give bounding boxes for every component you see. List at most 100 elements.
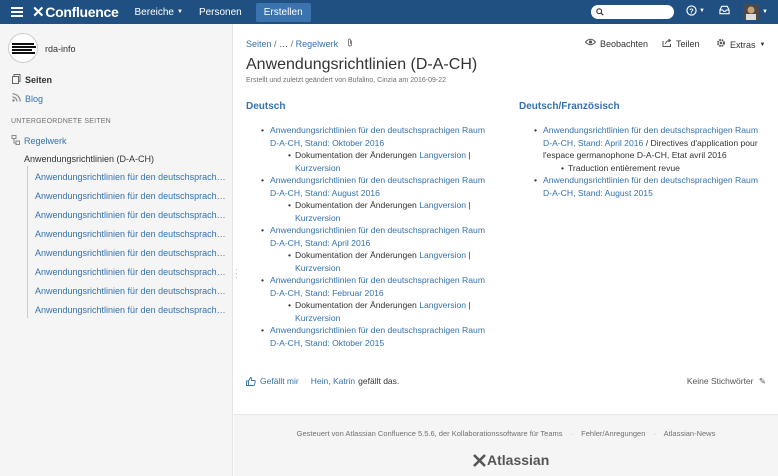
content-column-deutsch: Deutsch Anwendungsrichtlinien für den de… bbox=[246, 101, 496, 349]
kurzversion-link[interactable]: Kurzversion bbox=[295, 163, 340, 173]
menu-icon[interactable] bbox=[11, 7, 23, 17]
top-navigation-bar: ✕ Confluence Bereiche ▼ Personen Erstell… bbox=[0, 0, 778, 24]
tree-child-link[interactable]: Anwendungsrichtlinien für den deutschspr… bbox=[35, 305, 227, 315]
list-item: Anwendungsrichtlinien für den deutschspr… bbox=[246, 174, 496, 224]
sidebar-item-label: Seiten bbox=[25, 75, 53, 85]
breadcrumb-seiten[interactable]: Seiten bbox=[246, 39, 272, 49]
help-button[interactable]: ? ▼ bbox=[686, 5, 705, 16]
document-list: Anwendungsrichtlinien für den deutschspr… bbox=[519, 124, 769, 199]
search-icon bbox=[596, 8, 604, 16]
tree-child-link[interactable]: Anwendungsrichtlinien für den deutschspr… bbox=[35, 172, 227, 182]
breadcrumb: Seiten / … / Regelwerk bbox=[246, 38, 353, 49]
tree-child-link[interactable]: Anwendungsrichtlinien für den deutschspr… bbox=[35, 286, 227, 296]
breadcrumb-regelwerk[interactable]: Regelwerk bbox=[296, 39, 339, 49]
page-metadata: Erstellt und zuletzt geändert von Bufali… bbox=[246, 77, 447, 84]
breadcrumb-separator: / bbox=[290, 39, 294, 49]
pages-icon bbox=[11, 74, 22, 86]
sub-item-text: Dokumentation der Änderungen bbox=[295, 250, 417, 260]
content-column-deutsch-franzoesisch: Deutsch/Französisch Anwendungsrichtlinie… bbox=[519, 101, 769, 199]
watch-button[interactable]: Beobachten bbox=[584, 38, 648, 49]
footer-separator: · bbox=[653, 429, 656, 438]
langversion-link[interactable]: Langversion bbox=[419, 250, 466, 260]
document-link[interactable]: Anwendungsrichtlinien für den deutschspr… bbox=[543, 175, 758, 198]
main-content: Seiten / … / Regelwerk Beobachten Teilen… bbox=[234, 24, 778, 476]
nav-personen[interactable]: Personen bbox=[199, 7, 242, 18]
langversion-link[interactable]: Langversion bbox=[419, 150, 466, 160]
share-icon bbox=[662, 38, 672, 50]
footer: Gesteuert von Atlassian Confluence 5.5.6… bbox=[234, 414, 778, 476]
tree-parent-link[interactable]: Regelwerk bbox=[11, 135, 67, 147]
tree-child-link[interactable]: Anwendungsrichtlinien für den deutschspr… bbox=[35, 267, 227, 277]
atlassian-logo[interactable]: Atlassian bbox=[473, 452, 549, 468]
notifications-button[interactable] bbox=[719, 5, 730, 15]
tree-child-link[interactable]: Anwendungsrichtlinien für den deutschspr… bbox=[35, 229, 227, 239]
tree-connector bbox=[27, 166, 28, 318]
nav-bereiche-label: Bereiche bbox=[134, 6, 174, 18]
sub-item-text: Traduction entièrement revue bbox=[568, 162, 680, 173]
tree-node-icon bbox=[11, 135, 20, 147]
nav-bereiche[interactable]: Bereiche ▼ bbox=[135, 7, 183, 18]
sidebar: rda-info Seiten Blog UNTERGEORDNETE SEIT… bbox=[0, 24, 233, 476]
list-item: Anwendungsrichtlinien für den deutschspr… bbox=[246, 274, 496, 324]
document-link[interactable]: Anwendungsrichtlinien für den deutschspr… bbox=[270, 275, 485, 298]
blog-icon bbox=[11, 93, 22, 104]
labels-section[interactable]: Keine Stichwörter ✎ bbox=[687, 376, 766, 387]
space-name[interactable]: rda-info bbox=[45, 44, 76, 54]
gear-icon bbox=[716, 38, 726, 51]
langversion-link[interactable]: Langversion bbox=[419, 200, 466, 210]
column-heading: Deutsch bbox=[246, 101, 286, 112]
tree-child-link[interactable]: Anwendungsrichtlinien für den deutschspr… bbox=[35, 248, 227, 258]
separator: | bbox=[468, 300, 471, 310]
kurzversion-link[interactable]: Kurzversion bbox=[295, 313, 340, 323]
footer-news-link[interactable]: Atlassian-News bbox=[664, 429, 716, 438]
tree-current-page[interactable]: Anwendungsrichtlinien (D-A-CH) bbox=[24, 154, 154, 164]
user-photo-icon bbox=[743, 4, 759, 20]
document-link[interactable]: Anwendungsrichtlinien für den deutschspr… bbox=[270, 225, 485, 248]
like-button[interactable]: Gefällt mir bbox=[246, 376, 299, 386]
tools-label: Extras bbox=[730, 39, 756, 50]
user-avatar[interactable] bbox=[743, 4, 759, 20]
pencil-icon: ✎ bbox=[758, 376, 766, 386]
kurzversion-link[interactable]: Kurzversion bbox=[295, 263, 340, 273]
space-logo[interactable] bbox=[8, 33, 38, 63]
list-item: Anwendungsrichtlinien für den deutschspr… bbox=[246, 324, 496, 349]
chevron-down-icon[interactable]: ▼ bbox=[762, 9, 768, 15]
app-name: Confluence bbox=[45, 4, 119, 20]
thumbs-up-icon bbox=[246, 376, 256, 386]
eye-icon bbox=[584, 38, 597, 49]
list-item: Traduction entièrement revue bbox=[543, 162, 769, 175]
chevron-down-icon: ▼ bbox=[176, 9, 183, 15]
liker-link[interactable]: Hein, Katrin bbox=[311, 376, 355, 386]
page-title: Anwendungsrichtlinien (D-A-CH) bbox=[246, 56, 478, 73]
separator: | bbox=[468, 200, 471, 210]
separator: | bbox=[468, 150, 471, 160]
sidebar-item-blog[interactable]: Blog bbox=[11, 93, 43, 104]
sub-item-text: Dokumentation der Änderungen bbox=[295, 150, 417, 160]
help-icon: ? bbox=[686, 5, 697, 16]
separator: | bbox=[468, 250, 471, 260]
share-button[interactable]: Teilen bbox=[662, 38, 700, 50]
breadcrumb-ellipsis[interactable]: … bbox=[279, 39, 288, 49]
footer-links: Gesteuert von Atlassian Confluence 5.5.6… bbox=[234, 429, 778, 438]
share-label: Teilen bbox=[676, 39, 700, 49]
footer-separator: · bbox=[570, 429, 574, 438]
document-link[interactable]: Anwendungsrichtlinien für den deutschspr… bbox=[270, 325, 485, 348]
list-item: Anwendungsrichtlinien für den deutschspr… bbox=[519, 124, 769, 174]
kurzversion-link[interactable]: Kurzversion bbox=[295, 213, 340, 223]
attachment-icon[interactable] bbox=[347, 38, 353, 49]
search-input[interactable] bbox=[591, 5, 674, 19]
create-button[interactable]: Erstellen bbox=[255, 2, 311, 22]
tools-menu[interactable]: Extras ▼ bbox=[716, 38, 765, 51]
document-link[interactable]: Anwendungsrichtlinien für den deutschspr… bbox=[270, 125, 485, 148]
document-link[interactable]: Anwendungsrichtlinien für den deutschspr… bbox=[270, 175, 485, 198]
tree-child-link[interactable]: Anwendungsrichtlinien für den deutschspr… bbox=[35, 191, 227, 201]
footer-feedback-link[interactable]: Fehler/Anregungen bbox=[581, 429, 645, 438]
list-item: Anwendungsrichtlinien für den deutschspr… bbox=[246, 124, 496, 174]
list-item: Dokumentation der Änderungen Langversion… bbox=[270, 299, 496, 324]
separator: / bbox=[645, 137, 649, 148]
langversion-link[interactable]: Langversion bbox=[419, 300, 466, 310]
confluence-logo[interactable]: ✕ Confluence bbox=[32, 3, 119, 21]
sidebar-item-pages[interactable]: Seiten bbox=[11, 74, 52, 86]
tree-child-link[interactable]: Anwendungsrichtlinien für den deutschspr… bbox=[35, 210, 227, 220]
section-title: UNTERGEORDNETE SEITEN bbox=[11, 118, 111, 125]
